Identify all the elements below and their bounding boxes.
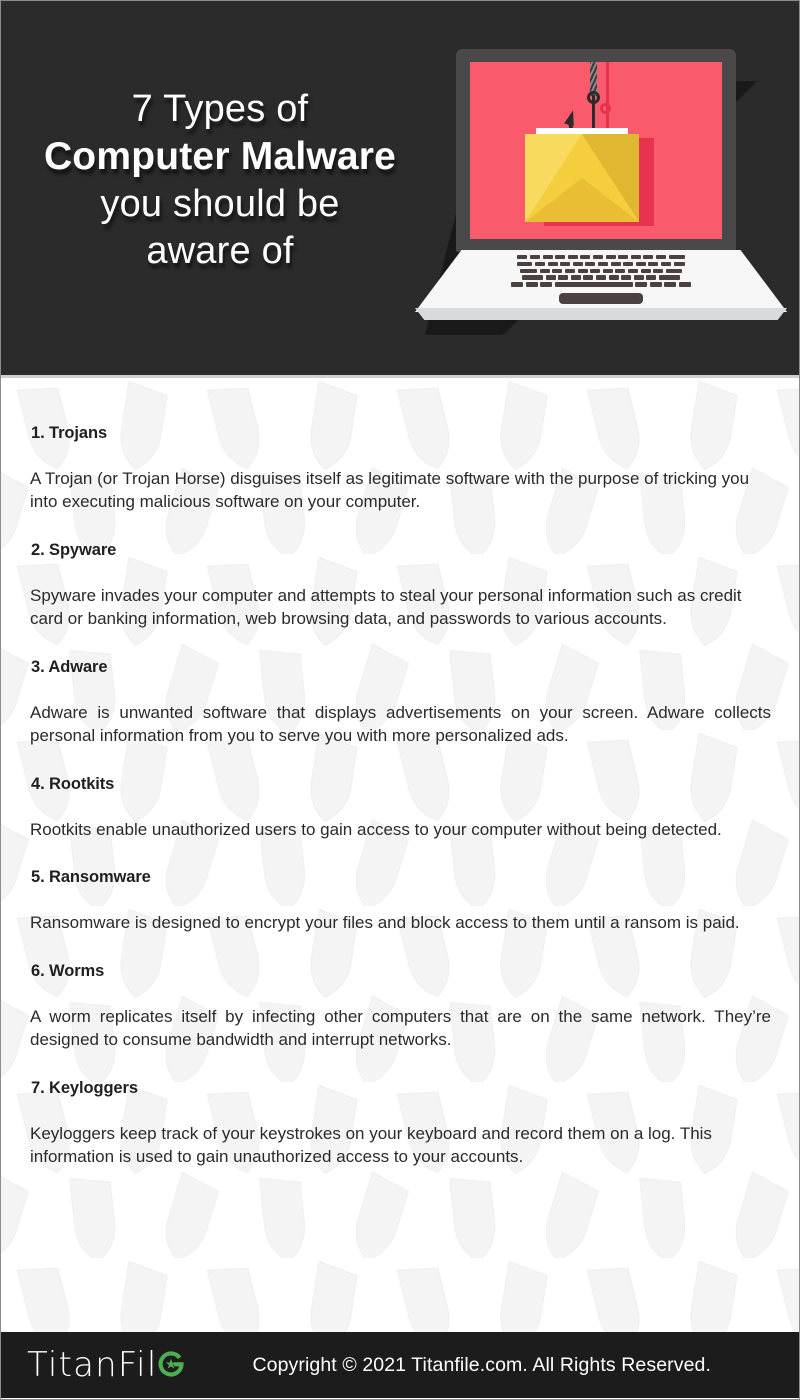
- footer-bar: TitanFil Copyright © 2021 Titanfile.com.…: [1, 1332, 799, 1398]
- keyboard-key: [565, 268, 576, 273]
- keyboard-key: [608, 275, 619, 280]
- section-body: A worm replicates itself by infecting ot…: [30, 1006, 771, 1050]
- title-line-2: Computer Malware: [43, 135, 397, 178]
- keyboard-key: [539, 268, 550, 273]
- section-title: 2. Spyware: [31, 540, 117, 559]
- keyboard-key: [605, 255, 616, 260]
- section-body: A Trojan (or Trojan Horse) disguises its…: [30, 469, 750, 512]
- keyboard-row: [463, 268, 739, 273]
- keyboard-key: [520, 268, 538, 273]
- keyboard-row: [463, 261, 739, 267]
- laptop-keyboard: [463, 255, 739, 289]
- keyboard-key: [590, 268, 601, 273]
- keyboard-key: [530, 255, 541, 260]
- laptop-base: [415, 250, 787, 322]
- keyboard-key: [618, 255, 629, 260]
- keyboard-key: [668, 255, 685, 260]
- titanfile-logo[interactable]: TitanFil: [27, 1345, 186, 1385]
- keyboard-key: [602, 268, 613, 273]
- page-title: 7 Types of Computer Malware you should b…: [15, 87, 425, 276]
- keyboard-key: [615, 268, 626, 273]
- keyboard-key: [577, 268, 588, 273]
- keyboard-key: [554, 282, 633, 287]
- keyboard-key: [552, 268, 563, 273]
- keyboard-key: [598, 261, 608, 267]
- title-line-4: aware of: [146, 230, 294, 272]
- malware-type-list: 1. Trojans A Trojan (or Trojan Horse) dis…: [29, 424, 771, 1168]
- keyboard-key: [580, 255, 591, 260]
- keyboard-key: [558, 275, 569, 280]
- copyright-text: Copyright © 2021 Titanfile.com. All Righ…: [252, 1353, 711, 1376]
- keyboard-key: [585, 261, 596, 267]
- keyboard-key: [679, 282, 692, 287]
- laptop-trackpad: [559, 293, 643, 304]
- keyboard-row: [463, 255, 739, 260]
- keyboard-key: [655, 255, 666, 260]
- section-body: Adware is unwanted software that display…: [30, 702, 771, 746]
- section-title: 1. Trojans: [31, 424, 108, 442]
- section-title: 4. Rootkits: [31, 774, 115, 793]
- keyboard-key: [517, 261, 533, 267]
- phishing-email-laptop-illustration: [415, 45, 787, 335]
- keyboard-key: [610, 261, 621, 267]
- keyboard-key: [540, 282, 553, 287]
- laptop-base-front: [415, 308, 787, 320]
- section-body: Spyware invades your computer and attemp…: [30, 585, 742, 629]
- content-area: 1. Trojans A Trojan (or Trojan Horse) dis…: [1, 378, 799, 1332]
- infographic-page: 7 Types of Computer Malware you should b…: [0, 0, 800, 1400]
- keyboard-key: [596, 275, 606, 280]
- keyboard-key: [517, 255, 528, 260]
- keyboard-key: [665, 268, 682, 273]
- logo-wordmark: TitanFil: [27, 1345, 158, 1385]
- keyboard-key: [653, 268, 664, 273]
- keyboard-key: [545, 275, 556, 280]
- envelope-front: [525, 178, 639, 222]
- keyboard-key: [635, 282, 648, 287]
- keyboard-key: [572, 261, 583, 267]
- keyboard-key: [525, 282, 538, 287]
- keyboard-key: [648, 261, 659, 267]
- keyboard-key: [522, 275, 544, 280]
- keyboard-key: [567, 255, 578, 260]
- keyboard-key: [646, 275, 657, 280]
- keyboard-key: [623, 261, 634, 267]
- keyboard-key: [560, 261, 571, 267]
- titanfile-e-icon: [156, 1350, 186, 1380]
- keyboard-key: [643, 255, 654, 260]
- keyboard-key: [633, 275, 644, 280]
- keyboard-key: [547, 261, 558, 267]
- section-title: 6. Worms: [31, 961, 105, 980]
- keyboard-key: [660, 261, 671, 267]
- keyboard-key: [673, 261, 685, 267]
- keyboard-key: [555, 255, 566, 260]
- section-body: Rootkits enable unauthorized users to ga…: [30, 819, 722, 839]
- keyboard-key: [664, 282, 677, 287]
- keyboard-key: [658, 275, 680, 280]
- keyboard-key: [621, 275, 632, 280]
- section-body: Keyloggers keep track of your keystrokes…: [30, 1123, 712, 1166]
- keyboard-key: [583, 275, 594, 280]
- title-line-1: 7 Types of: [131, 88, 309, 130]
- laptop-lid: [456, 49, 736, 252]
- section-title: 3. Adware: [31, 657, 108, 676]
- keyboard-key: [649, 282, 662, 287]
- laptop-screen: [470, 62, 722, 239]
- keyboard-key: [542, 255, 553, 260]
- keyboard-key: [570, 275, 581, 280]
- keyboard-key: [627, 268, 638, 273]
- keyboard-row: [463, 282, 739, 287]
- keyboard-row: [463, 275, 739, 280]
- keyboard-key: [640, 268, 651, 273]
- keyboard-key: [510, 282, 523, 287]
- section-title: 5. Ransomware: [31, 868, 151, 887]
- keyboard-key: [630, 255, 641, 260]
- fishing-ring-red: [600, 103, 611, 114]
- section-title: 7. Keyloggers: [31, 1078, 138, 1097]
- keyboard-key: [593, 255, 603, 260]
- title-line-3: you should be: [100, 183, 340, 225]
- header-banner: 7 Types of Computer Malware you should b…: [1, 1, 799, 378]
- keyboard-key: [635, 261, 646, 267]
- keyboard-key: [535, 261, 546, 267]
- section-body: Ransomware is designed to encrypt your f…: [30, 913, 740, 933]
